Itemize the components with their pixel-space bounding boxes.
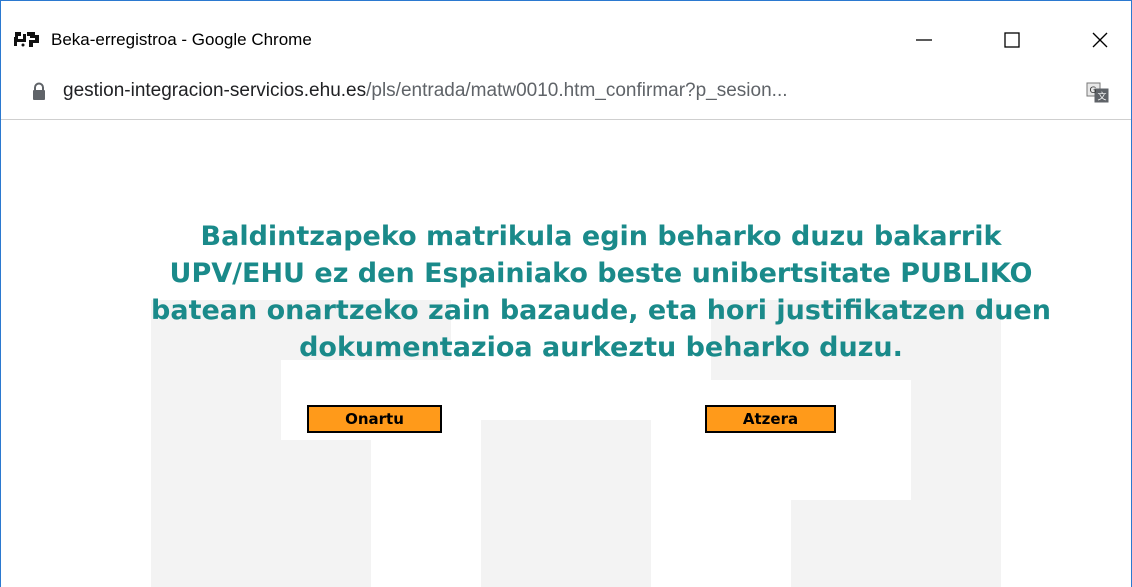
page-content: Baldintzapeko matrikula egin beharko duz… xyxy=(1,120,1131,587)
ehu-logo-icon xyxy=(14,32,39,47)
translate-icon[interactable]: G 文 xyxy=(1086,82,1110,104)
maximize-icon xyxy=(1004,32,1020,48)
address-bar[interactable]: gestion-integracion-servicios.ehu.es/pls… xyxy=(1,69,1131,120)
svg-text:G: G xyxy=(1090,86,1097,96)
message-line: UPV/EHU ez den Espainiako beste uniberts… xyxy=(169,258,1033,289)
back-button[interactable]: Atzera xyxy=(705,405,836,433)
message-line: dokumentazioa aurkeztu beharko duzu. xyxy=(299,332,903,363)
minimize-button[interactable] xyxy=(889,17,959,63)
window-title: Beka-erregistroa - Google Chrome xyxy=(51,30,312,49)
url-text[interactable]: gestion-integracion-servicios.ehu.es/pls… xyxy=(63,80,1063,102)
minimize-icon xyxy=(916,39,932,41)
title-bar[interactable]: Beka-erregistroa - Google Chrome xyxy=(1,1,1131,69)
browser-window: Beka-erregistroa - Google Chrome gestion… xyxy=(0,0,1132,587)
close-button[interactable] xyxy=(1065,17,1131,63)
accept-button[interactable]: Onartu xyxy=(307,405,442,433)
url-host: gestion-integracion-servicios.ehu.es xyxy=(63,80,367,101)
close-icon xyxy=(1092,32,1108,48)
message-line: Baldintzapeko matrikula egin beharko duz… xyxy=(200,221,1002,252)
maximize-button[interactable] xyxy=(977,17,1047,63)
url-path: /pls/entrada/matw0010.htm_confirmar?p_se… xyxy=(366,80,788,101)
conditional-enrollment-message: Baldintzapeko matrikula egin beharko duz… xyxy=(1,218,1131,366)
message-line: batean onartzeko zain bazaude, eta hori … xyxy=(151,295,1051,326)
svg-text:文: 文 xyxy=(1098,91,1107,103)
lock-icon[interactable] xyxy=(31,82,47,102)
